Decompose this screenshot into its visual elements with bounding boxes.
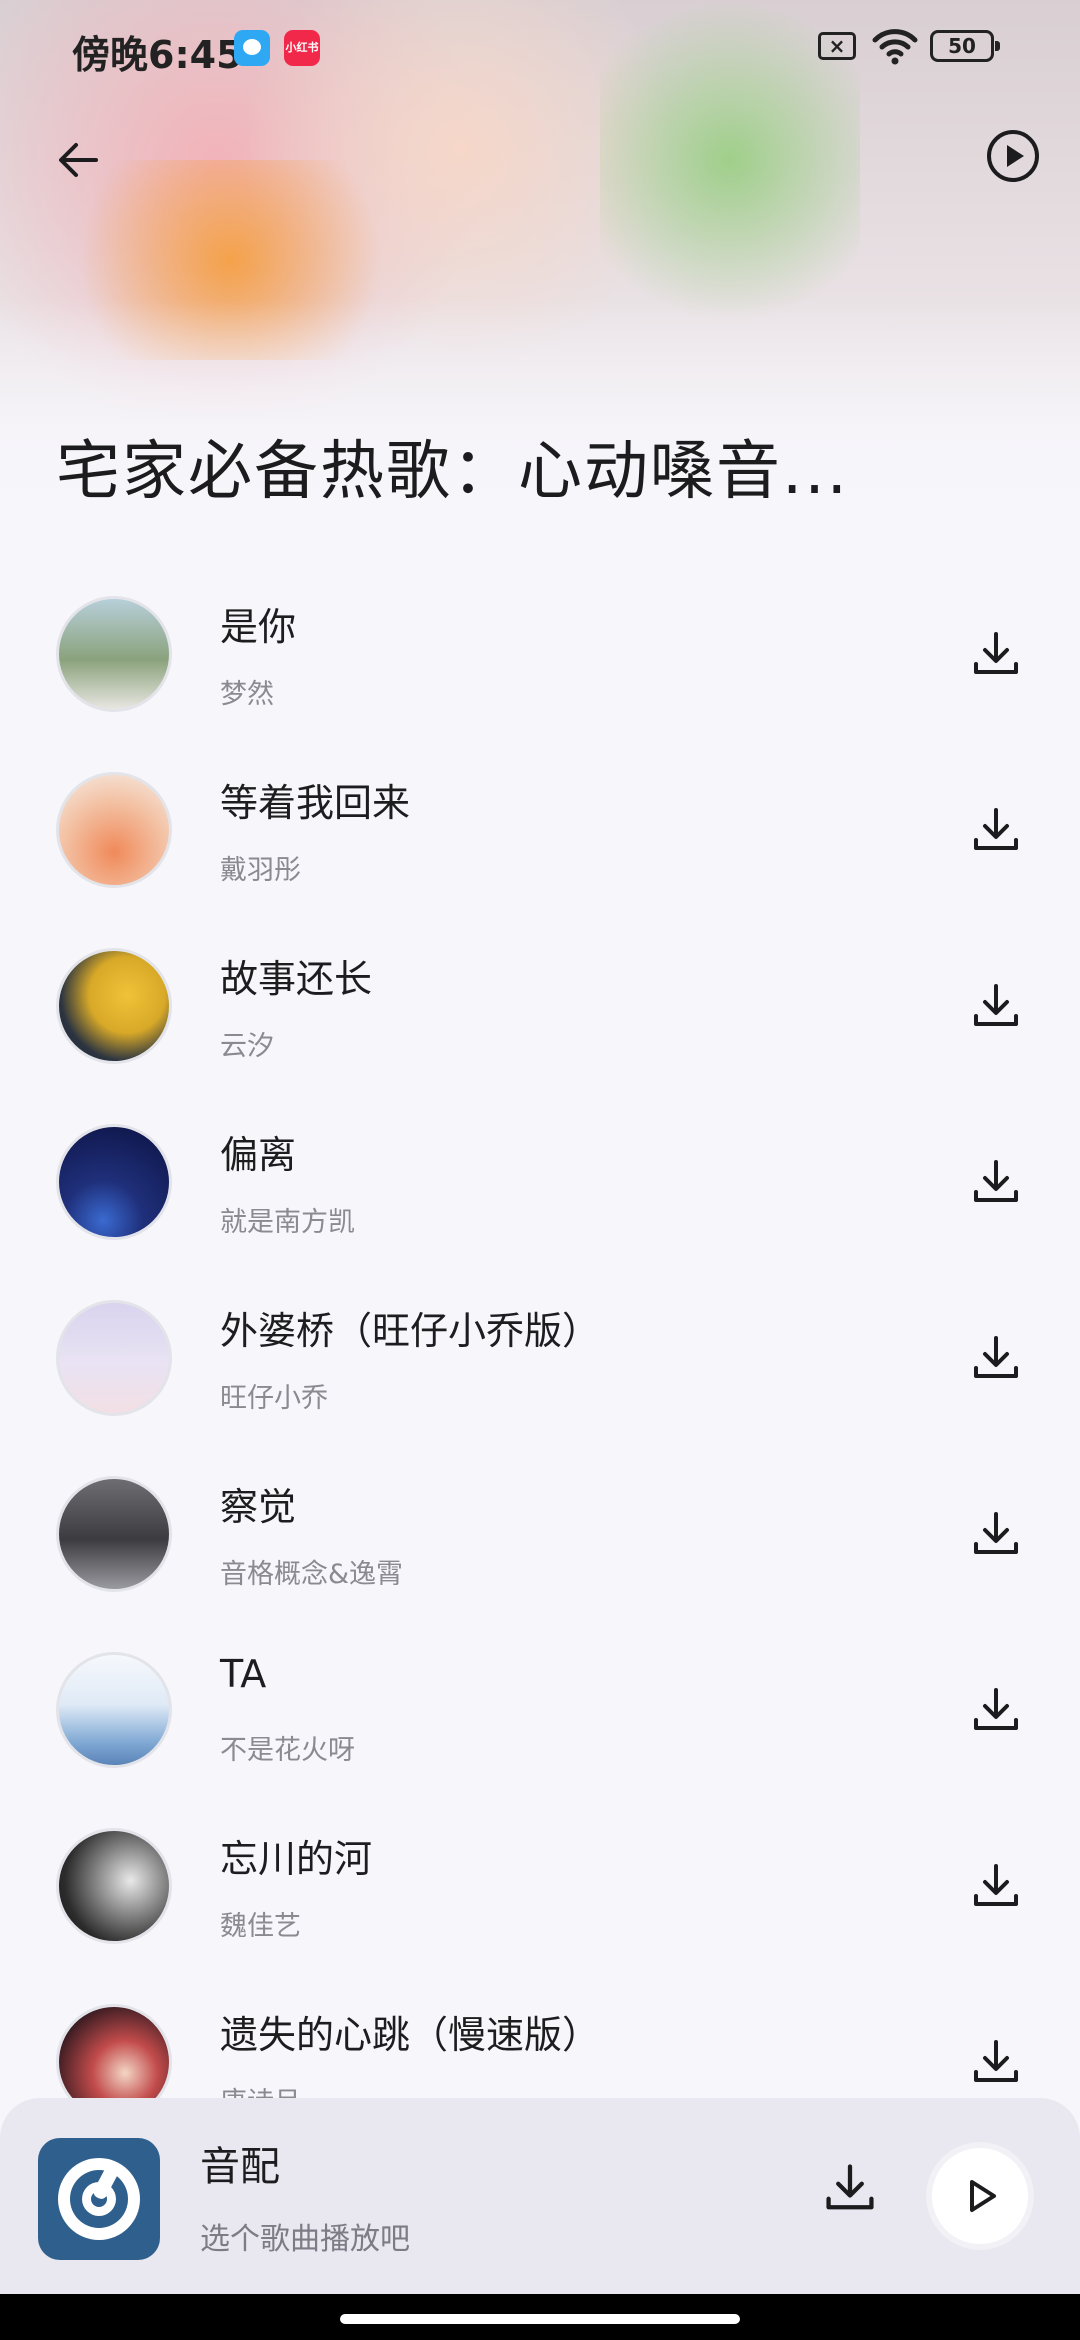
playlist-title: 宅家必备热歌：心动嗓音... bbox=[56, 435, 850, 509]
download-icon[interactable] bbox=[968, 1506, 1024, 1562]
song-title: 遗失的心跳（慢速版） bbox=[220, 2013, 601, 2057]
song-artist: 旺仔小乔 bbox=[220, 1383, 328, 1414]
no-sim-icon: × bbox=[818, 32, 856, 60]
home-indicator[interactable] bbox=[340, 2314, 740, 2324]
mini-player[interactable]: 音配 选个歌曲播放吧 bbox=[0, 2098, 1080, 2294]
song-artist: 就是南方凯 bbox=[220, 1207, 355, 1238]
xiaohongshu-notification-icon: 小红书 bbox=[284, 30, 320, 66]
song-artist: 戴羽彤 bbox=[220, 855, 301, 886]
download-icon[interactable] bbox=[968, 978, 1024, 1034]
song-artist: 云汐 bbox=[220, 1031, 274, 1062]
player-hint: 选个歌曲播放吧 bbox=[200, 2222, 410, 2257]
song-cover bbox=[56, 596, 172, 712]
player-title: 音配 bbox=[200, 2144, 280, 2190]
song-artist: 魏佳艺 bbox=[220, 1911, 301, 1942]
song-artist: 音格概念&逸霄 bbox=[220, 1559, 404, 1590]
play-all-icon[interactable] bbox=[985, 128, 1041, 184]
status-bar: 傍晚6:45 小红书 × 50 bbox=[0, 0, 1080, 96]
song-cover bbox=[56, 1476, 172, 1592]
song-title: 忘川的河 bbox=[220, 1837, 373, 1881]
download-icon[interactable] bbox=[968, 802, 1024, 858]
song-cover bbox=[56, 1300, 172, 1416]
back-arrow-icon[interactable] bbox=[52, 130, 112, 190]
song-title: 等着我回来 bbox=[220, 781, 411, 825]
song-cover bbox=[56, 1124, 172, 1240]
download-icon[interactable] bbox=[820, 2158, 880, 2218]
song-artist: 梦然 bbox=[220, 679, 274, 710]
download-icon[interactable] bbox=[968, 1330, 1024, 1386]
song-row[interactable]: 等着我回来 戴羽彤 bbox=[0, 756, 1080, 932]
song-row[interactable]: TA 不是花火呀 bbox=[0, 1636, 1080, 1812]
song-cover bbox=[56, 948, 172, 1064]
song-title: TA bbox=[220, 1652, 267, 1696]
download-icon[interactable] bbox=[968, 2034, 1024, 2090]
song-title: 是你 bbox=[220, 605, 297, 649]
status-time: 傍晚6:45 bbox=[72, 33, 243, 77]
download-icon[interactable] bbox=[968, 1154, 1024, 1210]
song-row[interactable]: 故事还长 云汐 bbox=[0, 932, 1080, 1108]
song-title: 察觉 bbox=[220, 1485, 297, 1529]
song-title: 外婆桥（旺仔小乔版） bbox=[220, 1309, 601, 1353]
system-nav-bar bbox=[0, 2294, 1080, 2340]
wifi-icon bbox=[872, 29, 918, 65]
song-cover bbox=[56, 772, 172, 888]
play-icon bbox=[970, 2180, 996, 2212]
download-icon[interactable] bbox=[968, 626, 1024, 682]
download-icon[interactable] bbox=[968, 1682, 1024, 1738]
song-title: 偏离 bbox=[220, 1133, 297, 1177]
song-row[interactable]: 察觉 音格概念&逸霄 bbox=[0, 1460, 1080, 1636]
song-artist: 不是花火呀 bbox=[220, 1735, 355, 1766]
song-cover bbox=[56, 1828, 172, 1944]
song-title: 故事还长 bbox=[220, 957, 373, 1001]
song-row[interactable]: 外婆桥（旺仔小乔版） 旺仔小乔 bbox=[0, 1284, 1080, 1460]
download-icon[interactable] bbox=[968, 1858, 1024, 1914]
song-row[interactable]: 是你 梦然 bbox=[0, 580, 1080, 756]
song-cover bbox=[56, 1652, 172, 1768]
message-notification-icon bbox=[234, 30, 270, 66]
song-row[interactable]: 忘川的河 魏佳艺 bbox=[0, 1812, 1080, 1988]
battery-icon: 50 bbox=[930, 30, 1000, 62]
app-logo-icon bbox=[38, 2138, 160, 2260]
song-row[interactable]: 偏离 就是南方凯 bbox=[0, 1108, 1080, 1284]
play-button[interactable] bbox=[926, 2142, 1034, 2250]
